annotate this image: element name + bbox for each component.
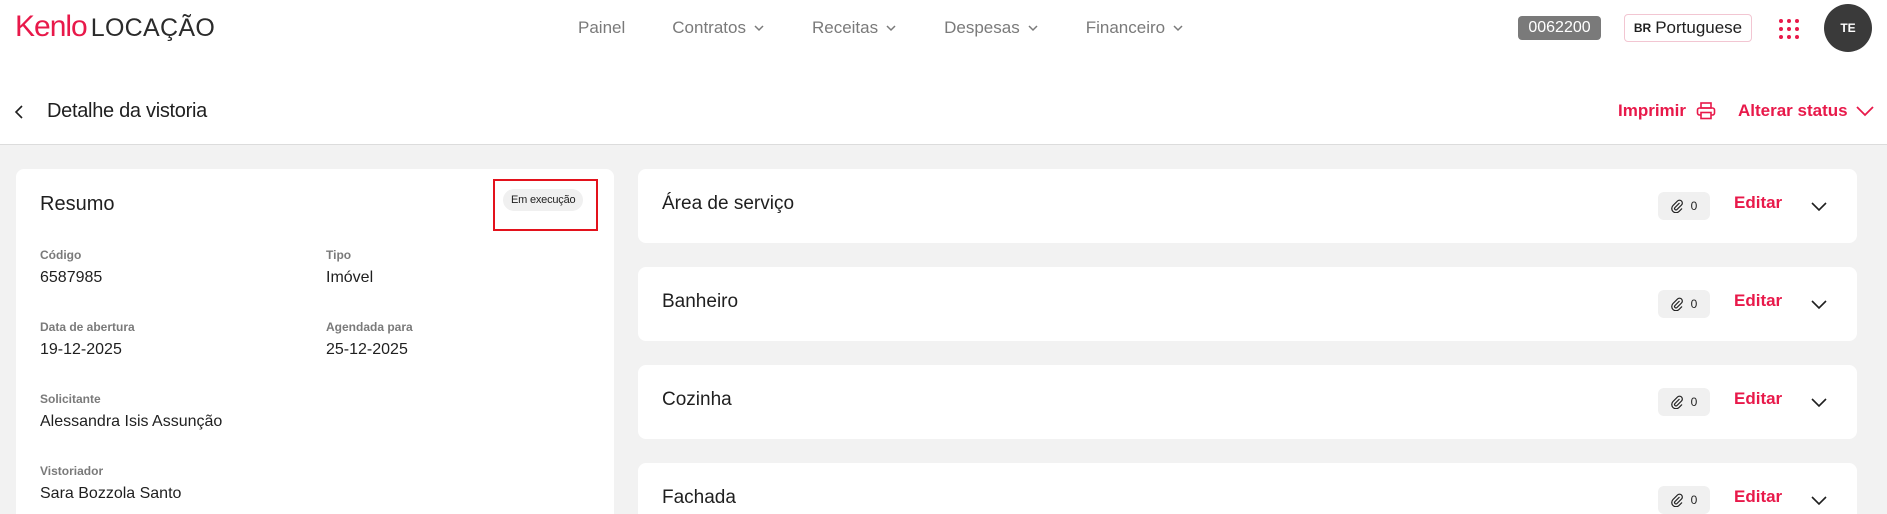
edit-button[interactable]: Editar — [1734, 389, 1782, 409]
print-label: Imprimir — [1618, 101, 1687, 120]
user-avatar[interactable]: TE — [1824, 4, 1872, 52]
nav-item-label: Painel — [578, 18, 626, 37]
field-codigo: Código 6587985 — [40, 248, 102, 287]
kenlo-logo[interactable]: Kenlo LOCAÇÃO — [15, 10, 215, 44]
change-status-button[interactable]: Alterar status — [1738, 101, 1874, 121]
field-tipo: Tipo Imóvel — [326, 248, 373, 287]
attachments-count: 0 — [1690, 395, 1698, 409]
nav-item-financeiro[interactable]: Financeiro — [1086, 18, 1184, 38]
section-fachada[interactable]: Fachada 0 Editar — [638, 463, 1857, 514]
field-value: 25-12-2025 — [326, 341, 408, 358]
chevron-down-icon — [1028, 25, 1038, 32]
field-agendada-para: Agendada para 25-12-2025 — [326, 320, 413, 359]
attachments-badge: 0 — [1658, 486, 1710, 514]
paperclip-icon — [1670, 395, 1683, 409]
attachments-count: 0 — [1690, 199, 1698, 213]
section-title: Fachada — [662, 487, 736, 508]
nav-item-contratos[interactable]: Contratos — [672, 18, 765, 38]
account-code-badge: 0062200 — [1518, 16, 1601, 40]
attachments-badge: 0 — [1658, 388, 1710, 416]
nav-item-painel[interactable]: Painel — [578, 18, 625, 38]
chevron-down-icon[interactable] — [1810, 295, 1828, 313]
attachments-count: 0 — [1690, 297, 1698, 311]
field-label: Vistoriador — [40, 464, 104, 478]
status-badge: Em execução — [503, 189, 584, 211]
apps-grid-icon[interactable] — [1779, 19, 1799, 39]
nav-item-label: Financeiro — [1085, 18, 1166, 37]
attachments-badge: 0 — [1658, 290, 1710, 318]
summary-title: Resumo — [40, 193, 115, 215]
nav-item-receitas[interactable]: Receitas — [812, 18, 897, 38]
logo-brand: Kenlo — [15, 10, 88, 43]
nav-item-label: Receitas — [811, 18, 879, 37]
language-selector[interactable]: BR Portuguese — [1624, 14, 1752, 42]
field-label: Data de abertura — [40, 320, 135, 334]
paperclip-icon — [1670, 493, 1683, 507]
paperclip-icon — [1670, 199, 1683, 213]
edit-button[interactable]: Editar — [1734, 193, 1782, 213]
section-title: Cozinha — [662, 389, 732, 410]
chevron-down-icon[interactable] — [1810, 393, 1828, 411]
field-value: Sara Bozzola Santo — [40, 485, 182, 502]
field-value: Alessandra Isis Assunção — [40, 413, 223, 430]
field-value: 6587985 — [40, 269, 103, 286]
section-cozinha[interactable]: Cozinha 0 Editar — [638, 365, 1857, 439]
change-status-label: Alterar status — [1738, 101, 1848, 120]
chevron-down-icon — [886, 25, 896, 32]
section-title: Área de serviço — [662, 193, 795, 214]
page-header: Detalhe da vistoria Imprimir Alterar sta… — [0, 56, 1887, 145]
field-label: Código — [40, 248, 82, 262]
edit-button[interactable]: Editar — [1734, 291, 1782, 311]
field-data-abertura: Data de abertura 19-12-2025 — [40, 320, 135, 359]
field-label: Solicitante — [40, 392, 101, 406]
field-value: 19-12-2025 — [40, 341, 122, 358]
main-menu: Painel Contratos Receitas Despesas Finan… — [578, 0, 1231, 56]
nav-item-despesas[interactable]: Despesas — [944, 18, 1039, 38]
section-area-de-servico[interactable]: Área de serviço 0 Editar — [638, 169, 1857, 243]
chevron-down-icon — [1173, 25, 1183, 32]
paperclip-icon — [1670, 297, 1683, 311]
summary-card: Resumo Em execução Código 6587985 Tipo I… — [16, 169, 614, 514]
field-label: Agendada para — [326, 320, 413, 334]
brazil-flag-icon: BR — [1633, 21, 1652, 35]
content-area: Resumo Em execução Código 6587985 Tipo I… — [0, 145, 1887, 514]
chevron-down-icon[interactable] — [1810, 197, 1828, 215]
field-solicitante: Solicitante Alessandra Isis Assunção — [40, 392, 222, 431]
back-arrow-icon[interactable] — [12, 104, 28, 120]
field-vistoriador: Vistoriador Sara Bozzola Santo — [40, 464, 181, 503]
printer-icon — [1696, 102, 1716, 120]
edit-button[interactable]: Editar — [1734, 487, 1782, 507]
nav-item-label: Contratos — [672, 18, 746, 37]
chevron-down-icon — [1855, 106, 1874, 117]
section-title: Banheiro — [662, 291, 739, 312]
print-button[interactable]: Imprimir — [1618, 101, 1716, 121]
nav-item-label: Despesas — [944, 18, 1020, 37]
chevron-down-icon[interactable] — [1810, 491, 1828, 509]
field-label: Tipo — [326, 248, 352, 262]
attachments-badge: 0 — [1658, 192, 1710, 220]
top-navbar: Kenlo LOCAÇÃO Painel Contratos Receitas … — [0, 0, 1887, 56]
language-label: Portuguese — [1655, 18, 1743, 37]
section-banheiro[interactable]: Banheiro 0 Editar — [638, 267, 1857, 341]
chevron-down-icon — [754, 25, 764, 32]
attachments-count: 0 — [1690, 493, 1698, 507]
page-title: Detalhe da vistoria — [47, 100, 207, 122]
logo-product: LOCAÇÃO — [90, 14, 216, 42]
field-value: Imóvel — [326, 269, 374, 286]
